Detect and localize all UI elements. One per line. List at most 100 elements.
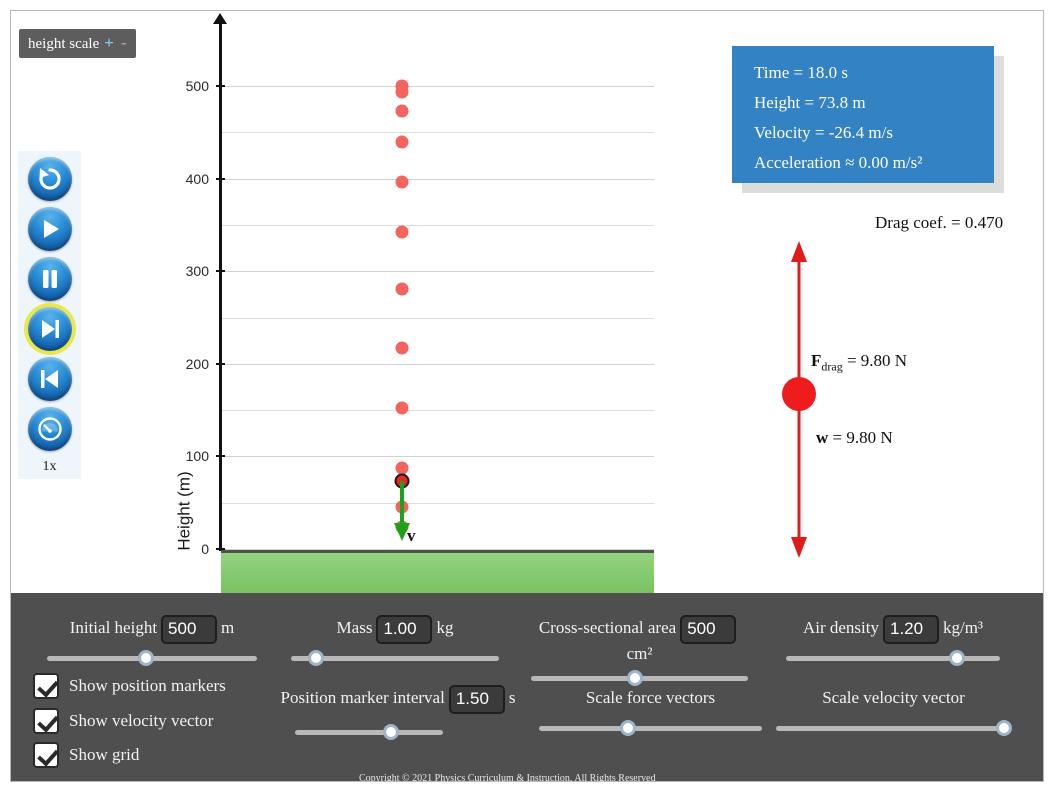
speed-button[interactable] (27, 407, 72, 451)
drag-force-value: = 9.80 N (842, 351, 908, 370)
initial-height-label: Initial height (69, 618, 158, 638)
info-box: Time = 18.0 s Height = 73.8 m Velocity =… (732, 46, 994, 183)
y-axis-tick-label: 400 (185, 170, 209, 187)
y-axis-tick-label: 100 (185, 448, 209, 465)
mass-control: Mass 1.00 kg (291, 615, 499, 666)
info-velocity: Velocity = -26.4 m/s (754, 123, 893, 142)
app-frame: height scale + - Height (m) 0 100 200 300 400 5… (10, 10, 1044, 784)
mass-label: Mass (336, 618, 373, 638)
reset-icon (38, 168, 61, 190)
step-forward-button[interactable] (27, 307, 72, 351)
scale-velocity-control: Scale velocity vector (776, 688, 1012, 736)
y-axis-tick-label: 0 (201, 541, 209, 557)
show-position-markers-label: Show position markers (69, 676, 226, 695)
drag-force-label: Fdrag = 9.80 N (811, 351, 907, 374)
cross-section-input[interactable]: 500 (680, 615, 737, 644)
slider-knob[interactable] (137, 650, 154, 666)
force-diagram: Fdrag = 9.80 N w = 9.80 N (711, 236, 1041, 566)
play-button[interactable] (27, 207, 72, 251)
step-back-button[interactable] (27, 357, 72, 401)
play-icon (43, 220, 59, 238)
cross-section-unit: cm² (626, 644, 653, 663)
slider-knob[interactable] (383, 724, 400, 740)
mass-unit: kg (436, 618, 454, 638)
position-marker (395, 461, 409, 474)
slider-knob[interactable] (995, 720, 1012, 736)
speed-label: 1x (42, 459, 57, 474)
initial-height-input[interactable]: 500 (161, 615, 218, 644)
cross-section-control: Cross-sectional area 500 cm² (531, 615, 748, 686)
y-axis-title-wrap: Height (m) (161, 211, 194, 550)
scale-force-label: Scale force vectors (585, 688, 716, 707)
marker-interval-label: Position marker interval (280, 688, 445, 708)
gridline (222, 410, 654, 412)
weight-force-value: = 9.80 N (828, 428, 893, 447)
slider-track (786, 656, 1000, 661)
drag-force-symbol: F (811, 351, 822, 370)
step-forward-icon (41, 320, 59, 338)
show-grid-label: Show grid (69, 745, 140, 764)
velocity-vector-label: v (407, 526, 416, 545)
gridline (222, 456, 654, 458)
position-marker (395, 225, 409, 239)
scale-velocity-label: Scale velocity vector (822, 688, 965, 707)
initial-height-control: Initial height 500 m (47, 615, 257, 666)
gridline (222, 132, 654, 134)
air-density-input[interactable]: 1.20 (882, 615, 939, 644)
cross-section-slider[interactable] (531, 670, 748, 686)
gridline (222, 502, 654, 504)
speedometer-icon (37, 417, 62, 441)
marker-interval-input[interactable]: 1.50 (448, 685, 505, 714)
air-density-slider[interactable] (786, 650, 1000, 666)
y-axis-tick-label: 200 (185, 355, 209, 372)
slider-knob[interactable] (307, 650, 324, 666)
slider-knob[interactable] (620, 720, 637, 736)
mass-input[interactable]: 1.00 (376, 615, 433, 644)
y-axis-tick-mark (216, 270, 225, 273)
mass-slider[interactable] (291, 650, 499, 666)
slider-track (776, 726, 1011, 731)
position-marker (395, 341, 409, 355)
reset-button[interactable] (27, 157, 72, 201)
y-axis-tick-mark (216, 362, 225, 365)
pause-button[interactable] (27, 257, 72, 301)
show-velocity-vector-checkbox[interactable] (33, 708, 59, 734)
gridline (222, 178, 654, 180)
gridline (222, 224, 654, 226)
pause-icon (42, 270, 57, 288)
initial-height-slider[interactable] (47, 650, 257, 666)
info-height: Height = 73.8 m (754, 93, 866, 112)
show-grid-row[interactable]: Show grid (33, 742, 139, 768)
slider-knob[interactable] (627, 670, 644, 686)
simulation-app: height scale + - Height (m) 0 100 200 300 400 5… (0, 0, 1054, 798)
position-marker (395, 401, 409, 415)
gridline (222, 317, 654, 319)
y-axis-tick-label: 500 (185, 78, 209, 94)
show-position-markers-checkbox[interactable] (33, 673, 59, 699)
show-position-markers-row[interactable]: Show position markers (33, 673, 226, 699)
y-axis-tick-mark (216, 455, 225, 458)
gridline (222, 363, 654, 365)
position-marker (395, 85, 409, 99)
marker-interval-slider[interactable] (295, 724, 443, 740)
gridline (222, 86, 654, 87)
info-time: Time = 18.0 s (754, 63, 848, 82)
player-controls: 1x (18, 151, 81, 479)
slider-knob[interactable] (949, 650, 966, 666)
cross-section-label: Cross-sectional area (538, 618, 677, 638)
show-velocity-vector-row[interactable]: Show velocity vector (33, 708, 213, 734)
position-marker (395, 175, 409, 189)
scale-force-control: Scale force vectors (539, 688, 762, 736)
weight-force-symbol: w (816, 428, 829, 447)
force-arrows (782, 241, 816, 558)
gridline (222, 271, 654, 273)
show-grid-checkbox[interactable] (33, 742, 59, 768)
scale-force-slider[interactable] (539, 720, 762, 736)
y-axis-tick-mark (216, 177, 225, 180)
air-density-unit: kg/m³ (942, 618, 984, 638)
y-axis-line (219, 21, 222, 551)
scale-velocity-slider[interactable] (776, 720, 1012, 736)
initial-height-unit: m (221, 618, 235, 638)
y-axis-tick-mark (216, 85, 225, 87)
position-marker (395, 282, 409, 296)
